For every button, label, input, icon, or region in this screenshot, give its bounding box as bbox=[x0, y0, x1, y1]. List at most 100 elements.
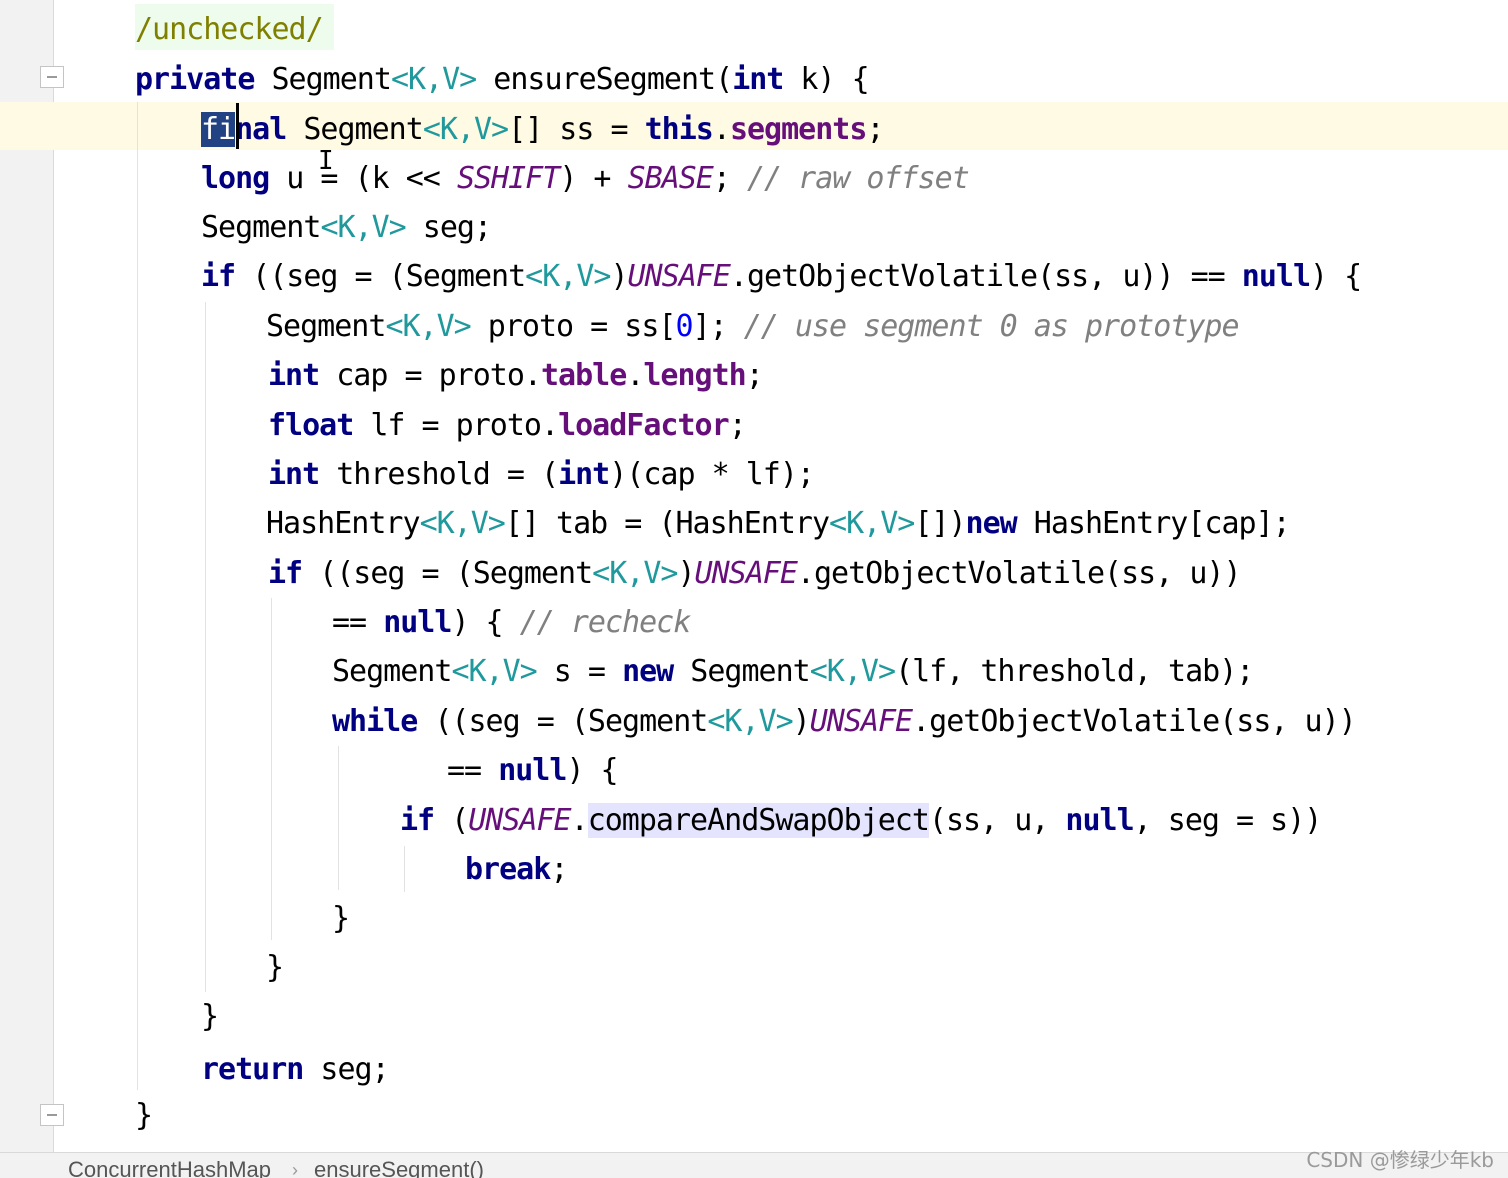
code-line[interactable]: /unchecked/ bbox=[135, 6, 324, 54]
code-token: ) bbox=[677, 556, 695, 591]
breadcrumb-method[interactable]: ensureSegment() bbox=[314, 1157, 484, 1178]
code-token: cap = proto. bbox=[319, 358, 542, 393]
code-token: null bbox=[383, 605, 452, 640]
code-line[interactable]: int threshold = (int)(cap * lf); bbox=[268, 451, 815, 499]
code-token: int bbox=[268, 358, 320, 393]
fold-close-icon[interactable] bbox=[40, 1104, 64, 1126]
code-token: if bbox=[201, 259, 236, 294]
code-line[interactable]: if ((seg = (Segment<K,V>)UNSAFE.getObjec… bbox=[201, 253, 1362, 301]
code-token: length bbox=[643, 358, 746, 393]
code-token: [] ss = bbox=[508, 112, 645, 147]
code-token: lf = proto. bbox=[353, 408, 559, 443]
code-token: ((seg = (Segment bbox=[235, 259, 526, 294]
code-token: long bbox=[201, 161, 270, 196]
code-token: if bbox=[400, 803, 435, 838]
watermark: CSDN @惨绿少年kb bbox=[1306, 1148, 1494, 1172]
code-line[interactable]: if (UNSAFE.compareAndSwapObject(ss, u, n… bbox=[400, 797, 1323, 845]
code-line[interactable]: } bbox=[332, 895, 350, 943]
breadcrumb-class[interactable]: ConcurrentHashMap bbox=[68, 1157, 271, 1178]
code-line[interactable]: long u = (k << SSHIFT) + SBASE; // raw o… bbox=[201, 155, 970, 203]
code-token: null bbox=[1065, 803, 1134, 838]
code-token: ) { bbox=[1310, 259, 1362, 294]
code-token: Segment bbox=[332, 654, 452, 689]
code-token: <K,V> bbox=[707, 704, 793, 739]
code-token: ) bbox=[792, 704, 811, 739]
code-token: compareAndSwapObject bbox=[587, 803, 930, 838]
indent-guide bbox=[404, 846, 405, 892]
code-token: while bbox=[332, 704, 418, 739]
code-token: <K,V> bbox=[390, 62, 477, 97]
code-token: ; bbox=[728, 408, 747, 443]
code-token: HashEntry bbox=[266, 506, 421, 541]
code-token: <K,V> bbox=[592, 556, 678, 591]
code-token: <K,V> bbox=[422, 112, 509, 147]
code-token: // raw offset bbox=[747, 161, 970, 196]
code-token: ((seg = (Segment bbox=[302, 556, 593, 591]
code-token: []) bbox=[914, 506, 966, 541]
code-token: } bbox=[332, 901, 350, 936]
code-token: <K,V> bbox=[525, 259, 611, 294]
code-token: } bbox=[266, 950, 284, 985]
code-line[interactable]: return seg; bbox=[201, 1046, 390, 1094]
code-token: .getObjectVolatile(ss, u)) == bbox=[729, 259, 1242, 294]
code-token: seg; bbox=[405, 210, 492, 245]
code-line[interactable]: Segment<K,V> proto = ss[0]; // use segme… bbox=[266, 303, 1240, 351]
code-token: UNSAFE bbox=[694, 556, 798, 591]
code-token: SSHIFT bbox=[456, 161, 560, 196]
code-token: <K,V> bbox=[385, 309, 471, 344]
code-token: float bbox=[268, 408, 354, 443]
code-line[interactable]: HashEntry<K,V>[] tab = (HashEntry<K,V>[]… bbox=[266, 500, 1291, 548]
code-token: == bbox=[332, 605, 384, 640]
code-token: (lf, threshold, tab); bbox=[895, 654, 1254, 689]
code-token: ( bbox=[434, 803, 469, 838]
code-token: Segment bbox=[254, 62, 391, 97]
code-editor[interactable]: /unchecked/private Segment<K,V> ensureSe… bbox=[0, 0, 1508, 1152]
code-token: .getObjectVolatile(ss, u)) bbox=[796, 556, 1242, 591]
code-line[interactable]: private Segment<K,V> ensureSegment(int k… bbox=[135, 56, 870, 104]
code-token: Segment bbox=[266, 309, 386, 344]
code-token: s = bbox=[536, 654, 623, 689]
editor-gutter[interactable] bbox=[0, 0, 64, 1152]
code-token: new bbox=[965, 506, 1018, 541]
code-token: <K,V> bbox=[451, 654, 537, 689]
code-line[interactable]: if ((seg = (Segment<K,V>)UNSAFE.getObjec… bbox=[268, 550, 1242, 598]
code-token: return bbox=[201, 1052, 304, 1087]
code-line[interactable]: final Segment<K,V>[] ss = this.segments; bbox=[201, 106, 885, 154]
breadcrumb-separator: › bbox=[292, 1160, 298, 1178]
code-token: . bbox=[570, 803, 589, 838]
code-line[interactable]: } bbox=[266, 944, 284, 992]
code-token: new bbox=[622, 654, 674, 689]
code-token: int bbox=[558, 457, 610, 492]
code-token: ) + bbox=[559, 161, 628, 196]
code-token: k) { bbox=[783, 62, 869, 97]
fold-open-icon[interactable] bbox=[40, 66, 64, 88]
code-token: fi bbox=[201, 112, 236, 147]
code-line[interactable]: float lf = proto.loadFactor; bbox=[268, 402, 747, 450]
code-line[interactable]: Segment<K,V> s = new Segment<K,V>(lf, th… bbox=[332, 648, 1254, 696]
code-token: , seg = s)) bbox=[1133, 803, 1323, 838]
code-line[interactable]: == null) { bbox=[447, 747, 619, 795]
code-line[interactable]: int cap = proto.table.length; bbox=[268, 352, 764, 400]
code-token: null bbox=[1241, 259, 1311, 294]
code-line[interactable]: } bbox=[135, 1092, 153, 1140]
code-token: <K,V> bbox=[829, 506, 915, 541]
code-token: .getObjectVolatile(ss, u)) bbox=[912, 704, 1357, 739]
code-token: ; bbox=[712, 161, 747, 196]
code-line[interactable]: Segment<K,V> seg; bbox=[201, 204, 492, 252]
code-token: // recheck bbox=[519, 605, 692, 640]
code-token: UNSAFE bbox=[468, 803, 571, 838]
code-token: UNSAFE bbox=[627, 259, 731, 294]
code-token: int bbox=[732, 62, 784, 97]
code-line[interactable]: break; bbox=[465, 846, 568, 894]
code-token: this bbox=[644, 112, 714, 147]
code-token: null bbox=[498, 753, 567, 788]
code-line[interactable]: } bbox=[201, 993, 219, 1041]
code-token: int bbox=[268, 457, 320, 492]
code-token: Segment bbox=[673, 654, 810, 689]
code-line[interactable]: == null) { // recheck bbox=[332, 599, 692, 647]
indent-guide bbox=[205, 302, 206, 992]
code-token: ) bbox=[610, 259, 628, 294]
code-line[interactable]: while ((seg = (Segment<K,V>)UNSAFE.getOb… bbox=[332, 698, 1357, 746]
code-token: ; bbox=[745, 358, 764, 393]
code-token: . bbox=[626, 358, 644, 393]
